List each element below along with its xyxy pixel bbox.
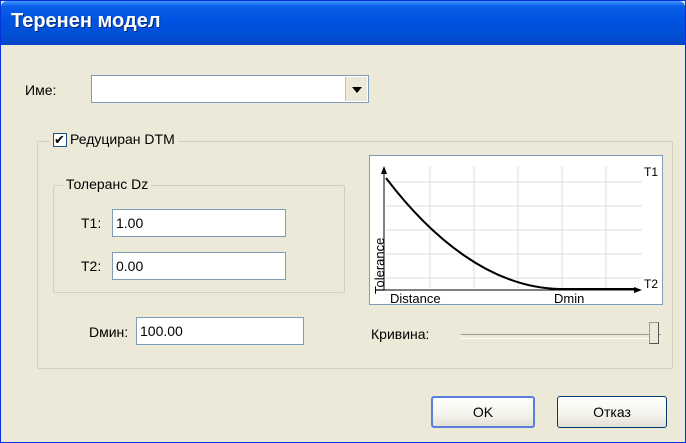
graph-y-label: Tolerance bbox=[372, 238, 387, 294]
tolerance-group-label: Толеранс Dz bbox=[63, 176, 152, 192]
graph-t2-label: T2 bbox=[644, 277, 658, 291]
curve-slider-track[interactable] bbox=[461, 334, 661, 339]
window-title: Теренен модел bbox=[11, 10, 161, 32]
reduced-dtm-label: Редуциран DTM bbox=[70, 131, 175, 147]
chevron-down-icon[interactable] bbox=[345, 77, 367, 101]
t1-input[interactable] bbox=[113, 210, 285, 236]
t2-input[interactable] bbox=[113, 253, 285, 279]
x-axis-arrow-icon bbox=[634, 287, 642, 293]
graph-x-label: Distance bbox=[390, 291, 441, 304]
graph-grid bbox=[386, 166, 642, 288]
tolerance-curve-svg: Tolerance Distance Dmin T1 T2 bbox=[372, 165, 658, 304]
t2-label: T2: bbox=[81, 258, 102, 274]
t2-field[interactable] bbox=[112, 252, 286, 280]
title-bar[interactable]: Теренен модел bbox=[1, 1, 685, 45]
dmin-field[interactable] bbox=[136, 317, 304, 345]
tolerance-curve bbox=[385, 177, 636, 290]
name-label: Име: bbox=[25, 82, 57, 98]
curve-slider-thumb[interactable] bbox=[649, 322, 659, 344]
dmin-input[interactable] bbox=[137, 318, 303, 344]
ok-button[interactable]: OK bbox=[431, 396, 535, 428]
t1-label: T1: bbox=[81, 215, 102, 231]
curve-label: Кривина: bbox=[371, 326, 430, 342]
dmin-label: Dмин: bbox=[89, 324, 129, 340]
reduced-dtm-checkbox[interactable]: ✔ bbox=[53, 132, 67, 147]
t1-field[interactable] bbox=[112, 209, 286, 237]
graph-t1-label: T1 bbox=[644, 165, 658, 179]
reduced-dtm-legend: Редуциран DTM bbox=[49, 131, 178, 151]
tolerance-curve-graph: Tolerance Distance Dmin T1 T2 bbox=[369, 155, 663, 305]
y-axis-arrow-icon bbox=[381, 166, 387, 174]
graph-dmin-label: Dmin bbox=[554, 291, 584, 304]
check-icon: ✔ bbox=[54, 132, 65, 147]
name-combobox[interactable] bbox=[91, 75, 369, 103]
dialog-window: Теренен модел Име: Редуциран DTM ✔ Толер… bbox=[0, 0, 686, 443]
cancel-button[interactable]: Отказ bbox=[557, 396, 667, 428]
